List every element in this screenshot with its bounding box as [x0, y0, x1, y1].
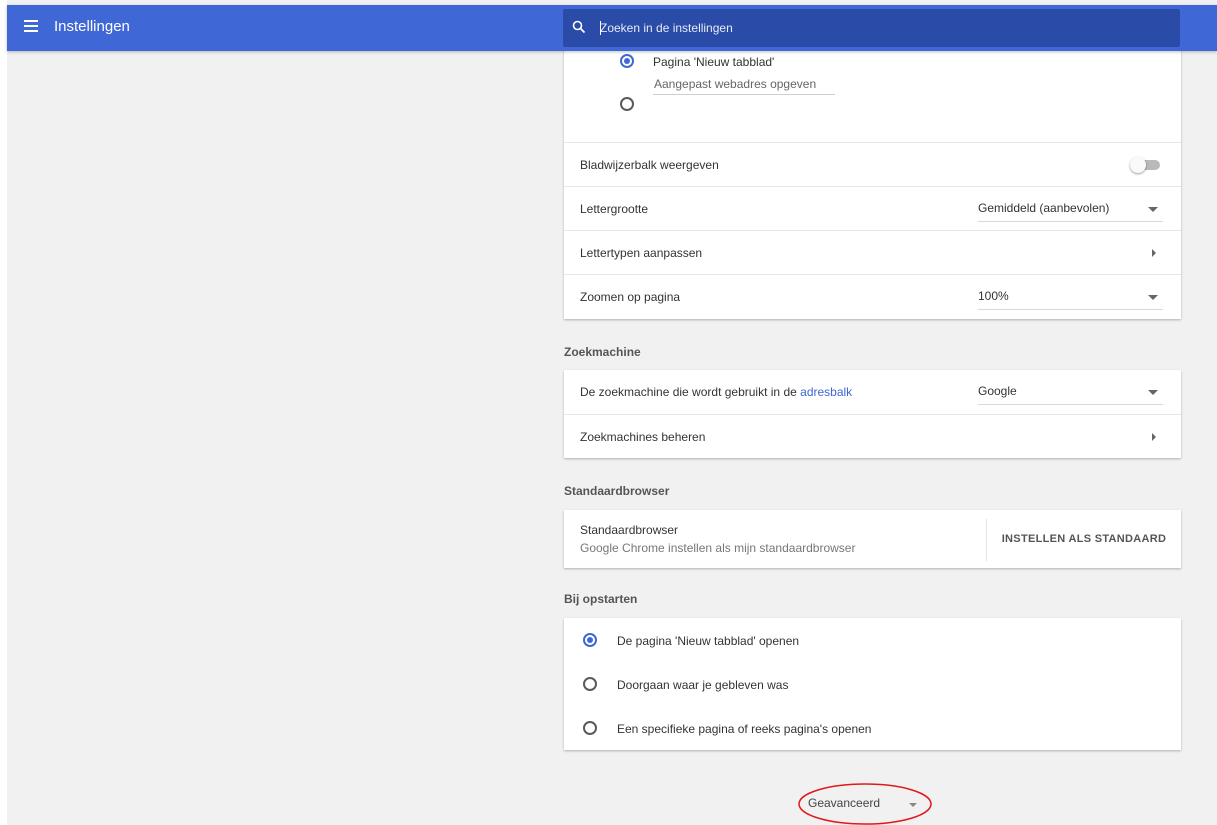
manage-search-engines-label: Zoekmachines beheren: [580, 430, 706, 444]
chevron-down-icon: [909, 803, 917, 807]
advanced-toggle[interactable]: Geavanceerd: [808, 794, 918, 814]
settings-toolbar: Instellingen: [7, 5, 1217, 51]
startup-option-label: Doorgaan waar je gebleven was: [617, 678, 789, 692]
appearance-card: Pagina 'Nieuw tabblad' Bladwijzerbalk we…: [564, 31, 1181, 319]
font-size-label: Lettergrootte: [580, 202, 649, 216]
search-engine-select[interactable]: Google: [978, 379, 1163, 405]
startup-option-label: Een specifieke pagina of reeks pagina's …: [617, 722, 872, 736]
bookmarks-bar-toggle[interactable]: [1130, 157, 1162, 173]
hamburger-menu-icon[interactable]: [24, 20, 38, 34]
chevron-right-icon: [1152, 433, 1156, 441]
search-input[interactable]: [600, 9, 1160, 47]
dropdown-arrow-icon: [1148, 295, 1158, 300]
startup-option-radio[interactable]: [583, 677, 597, 691]
search-engine-row: De zoekmachine die wordt gebruikt in de …: [564, 370, 1181, 414]
startup-option-row[interactable]: De pagina 'Nieuw tabblad' openen: [564, 618, 1181, 662]
search-engine-section-title: Zoekmachine: [564, 345, 641, 359]
startup-option-row[interactable]: Doorgaan waar je gebleven was: [564, 662, 1181, 706]
default-browser-subtitle: Google Chrome instellen als mijn standaa…: [580, 541, 856, 555]
startup-option-radio[interactable]: [583, 721, 597, 735]
on-startup-section-title: Bij opstarten: [564, 592, 638, 606]
custom-url-radio[interactable]: [620, 97, 634, 111]
search-engine-label: De zoekmachine die wordt gebruikt in de …: [580, 385, 852, 399]
page-zoom-value: 100%: [978, 289, 1009, 303]
new-tab-option-label: Pagina 'Nieuw tabblad': [653, 55, 775, 69]
address-bar-link[interactable]: adresbalk: [800, 385, 852, 399]
chevron-right-icon: [1152, 249, 1156, 257]
new-tab-radio[interactable]: [620, 54, 634, 68]
customize-fonts-row[interactable]: Lettertypen aanpassen: [564, 230, 1181, 274]
page-zoom-row: Zoomen op pagina 100%: [564, 274, 1181, 318]
bookmarks-bar-row[interactable]: Bladwijzerbalk weergeven: [564, 142, 1181, 186]
page-zoom-label: Zoomen op pagina: [580, 290, 681, 304]
dropdown-arrow-icon: [1148, 207, 1158, 212]
text-cursor: [600, 21, 601, 35]
default-browser-section-title: Standaardbrowser: [564, 484, 670, 498]
make-default-button[interactable]: INSTELLEN ALS STANDAARD: [987, 510, 1181, 568]
page-zoom-select[interactable]: 100%: [978, 284, 1163, 310]
custom-url-input[interactable]: [653, 73, 835, 95]
window-edge: [0, 0, 7, 825]
customize-fonts-label: Lettertypen aanpassen: [580, 246, 703, 260]
dropdown-arrow-icon: [1148, 390, 1158, 395]
on-startup-card: De pagina 'Nieuw tabblad' openen Doorgaa…: [564, 618, 1181, 750]
manage-search-engines-row[interactable]: Zoekmachines beheren: [564, 414, 1181, 458]
search-box[interactable]: [563, 9, 1180, 47]
startup-option-row[interactable]: Een specifieke pagina of reeks pagina's …: [564, 706, 1181, 750]
startup-option-label: De pagina 'Nieuw tabblad' openen: [617, 634, 800, 648]
font-size-row: Lettergrootte Gemiddeld (aanbevolen): [564, 186, 1181, 230]
default-browser-card: Standaardbrowser Google Chrome instellen…: [564, 510, 1181, 568]
bookmarks-bar-label: Bladwijzerbalk weergeven: [580, 158, 719, 172]
search-icon: [572, 20, 586, 34]
search-engine-label-text: De zoekmachine die wordt gebruikt in de: [580, 385, 797, 399]
toggle-knob: [1130, 157, 1146, 173]
advanced-label: Geavanceerd: [808, 796, 881, 810]
search-engine-card: De zoekmachine die wordt gebruikt in de …: [564, 370, 1181, 458]
font-size-select[interactable]: Gemiddeld (aanbevolen): [978, 196, 1163, 222]
page-title: Instellingen: [54, 18, 130, 35]
font-size-value: Gemiddeld (aanbevolen): [978, 201, 1110, 215]
search-engine-value: Google: [978, 384, 1017, 398]
default-browser-title: Standaardbrowser: [580, 523, 679, 537]
startup-option-radio[interactable]: [583, 633, 597, 647]
